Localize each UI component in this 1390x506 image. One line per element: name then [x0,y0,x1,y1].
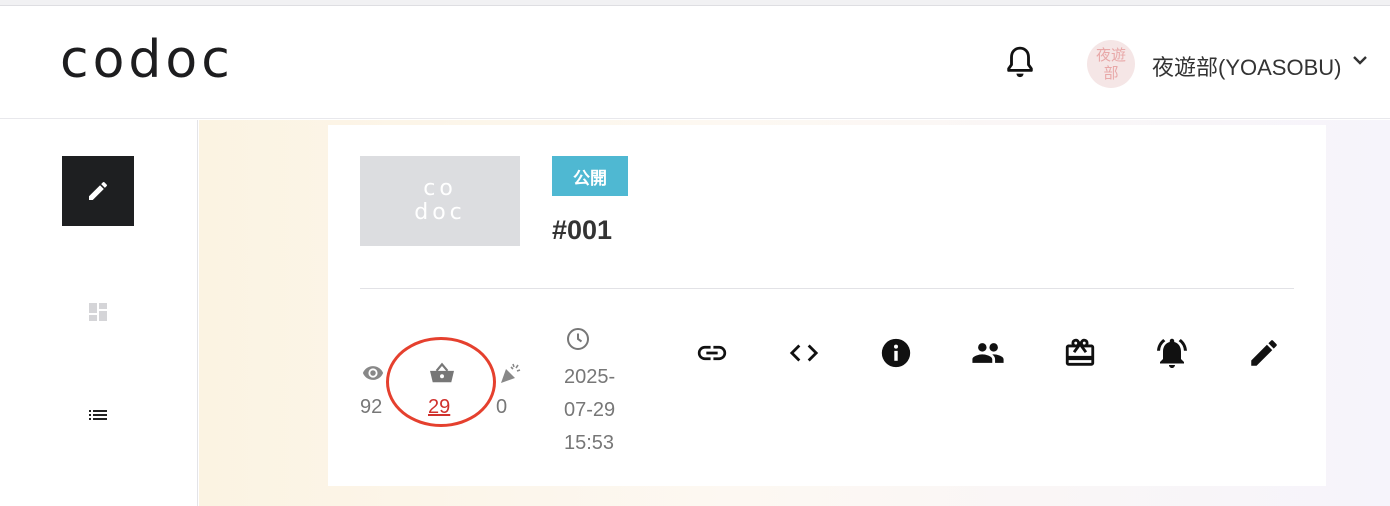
embed-code-icon [789,344,819,362]
sidebar-item-list[interactable] [84,401,112,429]
sidebar-item-edit[interactable] [62,156,134,226]
eye-icon [360,362,386,389]
pencil-icon [89,181,108,200]
status-badge: 公開 [552,156,628,196]
info-button[interactable] [878,335,914,371]
publish-date: 2025- 07-29 15:53 [564,361,634,460]
members-button[interactable] [970,335,1006,371]
bell-icon[interactable] [1003,44,1037,82]
user-name[interactable]: 夜遊部(YOASOBU) [1152,50,1341,82]
thumbnail-text-line1: co [423,176,457,201]
user-avatar[interactable]: 夜遊 部 [1087,40,1135,88]
views-count: 92 [360,396,383,418]
avatar-text-line1: 夜遊 [1095,46,1126,64]
chevron-down-icon[interactable] [1351,51,1369,69]
thumbnail-text-line2: doc [414,200,466,225]
date-line-2: 07-29 [564,399,616,421]
embed-code-button[interactable] [786,335,822,371]
sidebar [0,120,198,506]
codoc-logo[interactable]: codoc [60,30,234,90]
date-line-1: 2025- [564,366,616,388]
info-icon [881,338,911,368]
highlight-annotation-circle [386,337,496,427]
date-line-3: 15:53 [564,432,615,454]
gift-card-button[interactable] [1062,335,1098,371]
members-icon [972,343,1004,363]
article-card: co doc 公開 #001 92 29 0 2025- 07-29 15:53 [328,125,1326,486]
avatar-text-line2: 部 [1103,64,1119,82]
edit-button[interactable] [1246,335,1282,371]
article-title[interactable]: #001 [552,215,612,246]
support-count: 0 [496,396,508,418]
notification-alert-icon [1157,338,1187,368]
sidebar-item-dashboard[interactable] [84,298,112,326]
article-thumbnail[interactable]: co doc [360,156,520,246]
dashboard-icon [89,303,107,321]
notification-alert-button[interactable] [1154,335,1190,371]
gift-card-icon [1065,338,1095,366]
list-icon [89,410,107,420]
party-popper-icon [498,361,524,390]
link-button[interactable] [694,335,730,371]
link-icon [697,345,727,361]
card-divider [360,288,1294,289]
edit-icon [1251,340,1277,366]
app-header: codoc 夜遊 部 夜遊部(YOASOBU) [0,6,1390,119]
clock-icon [566,327,590,356]
